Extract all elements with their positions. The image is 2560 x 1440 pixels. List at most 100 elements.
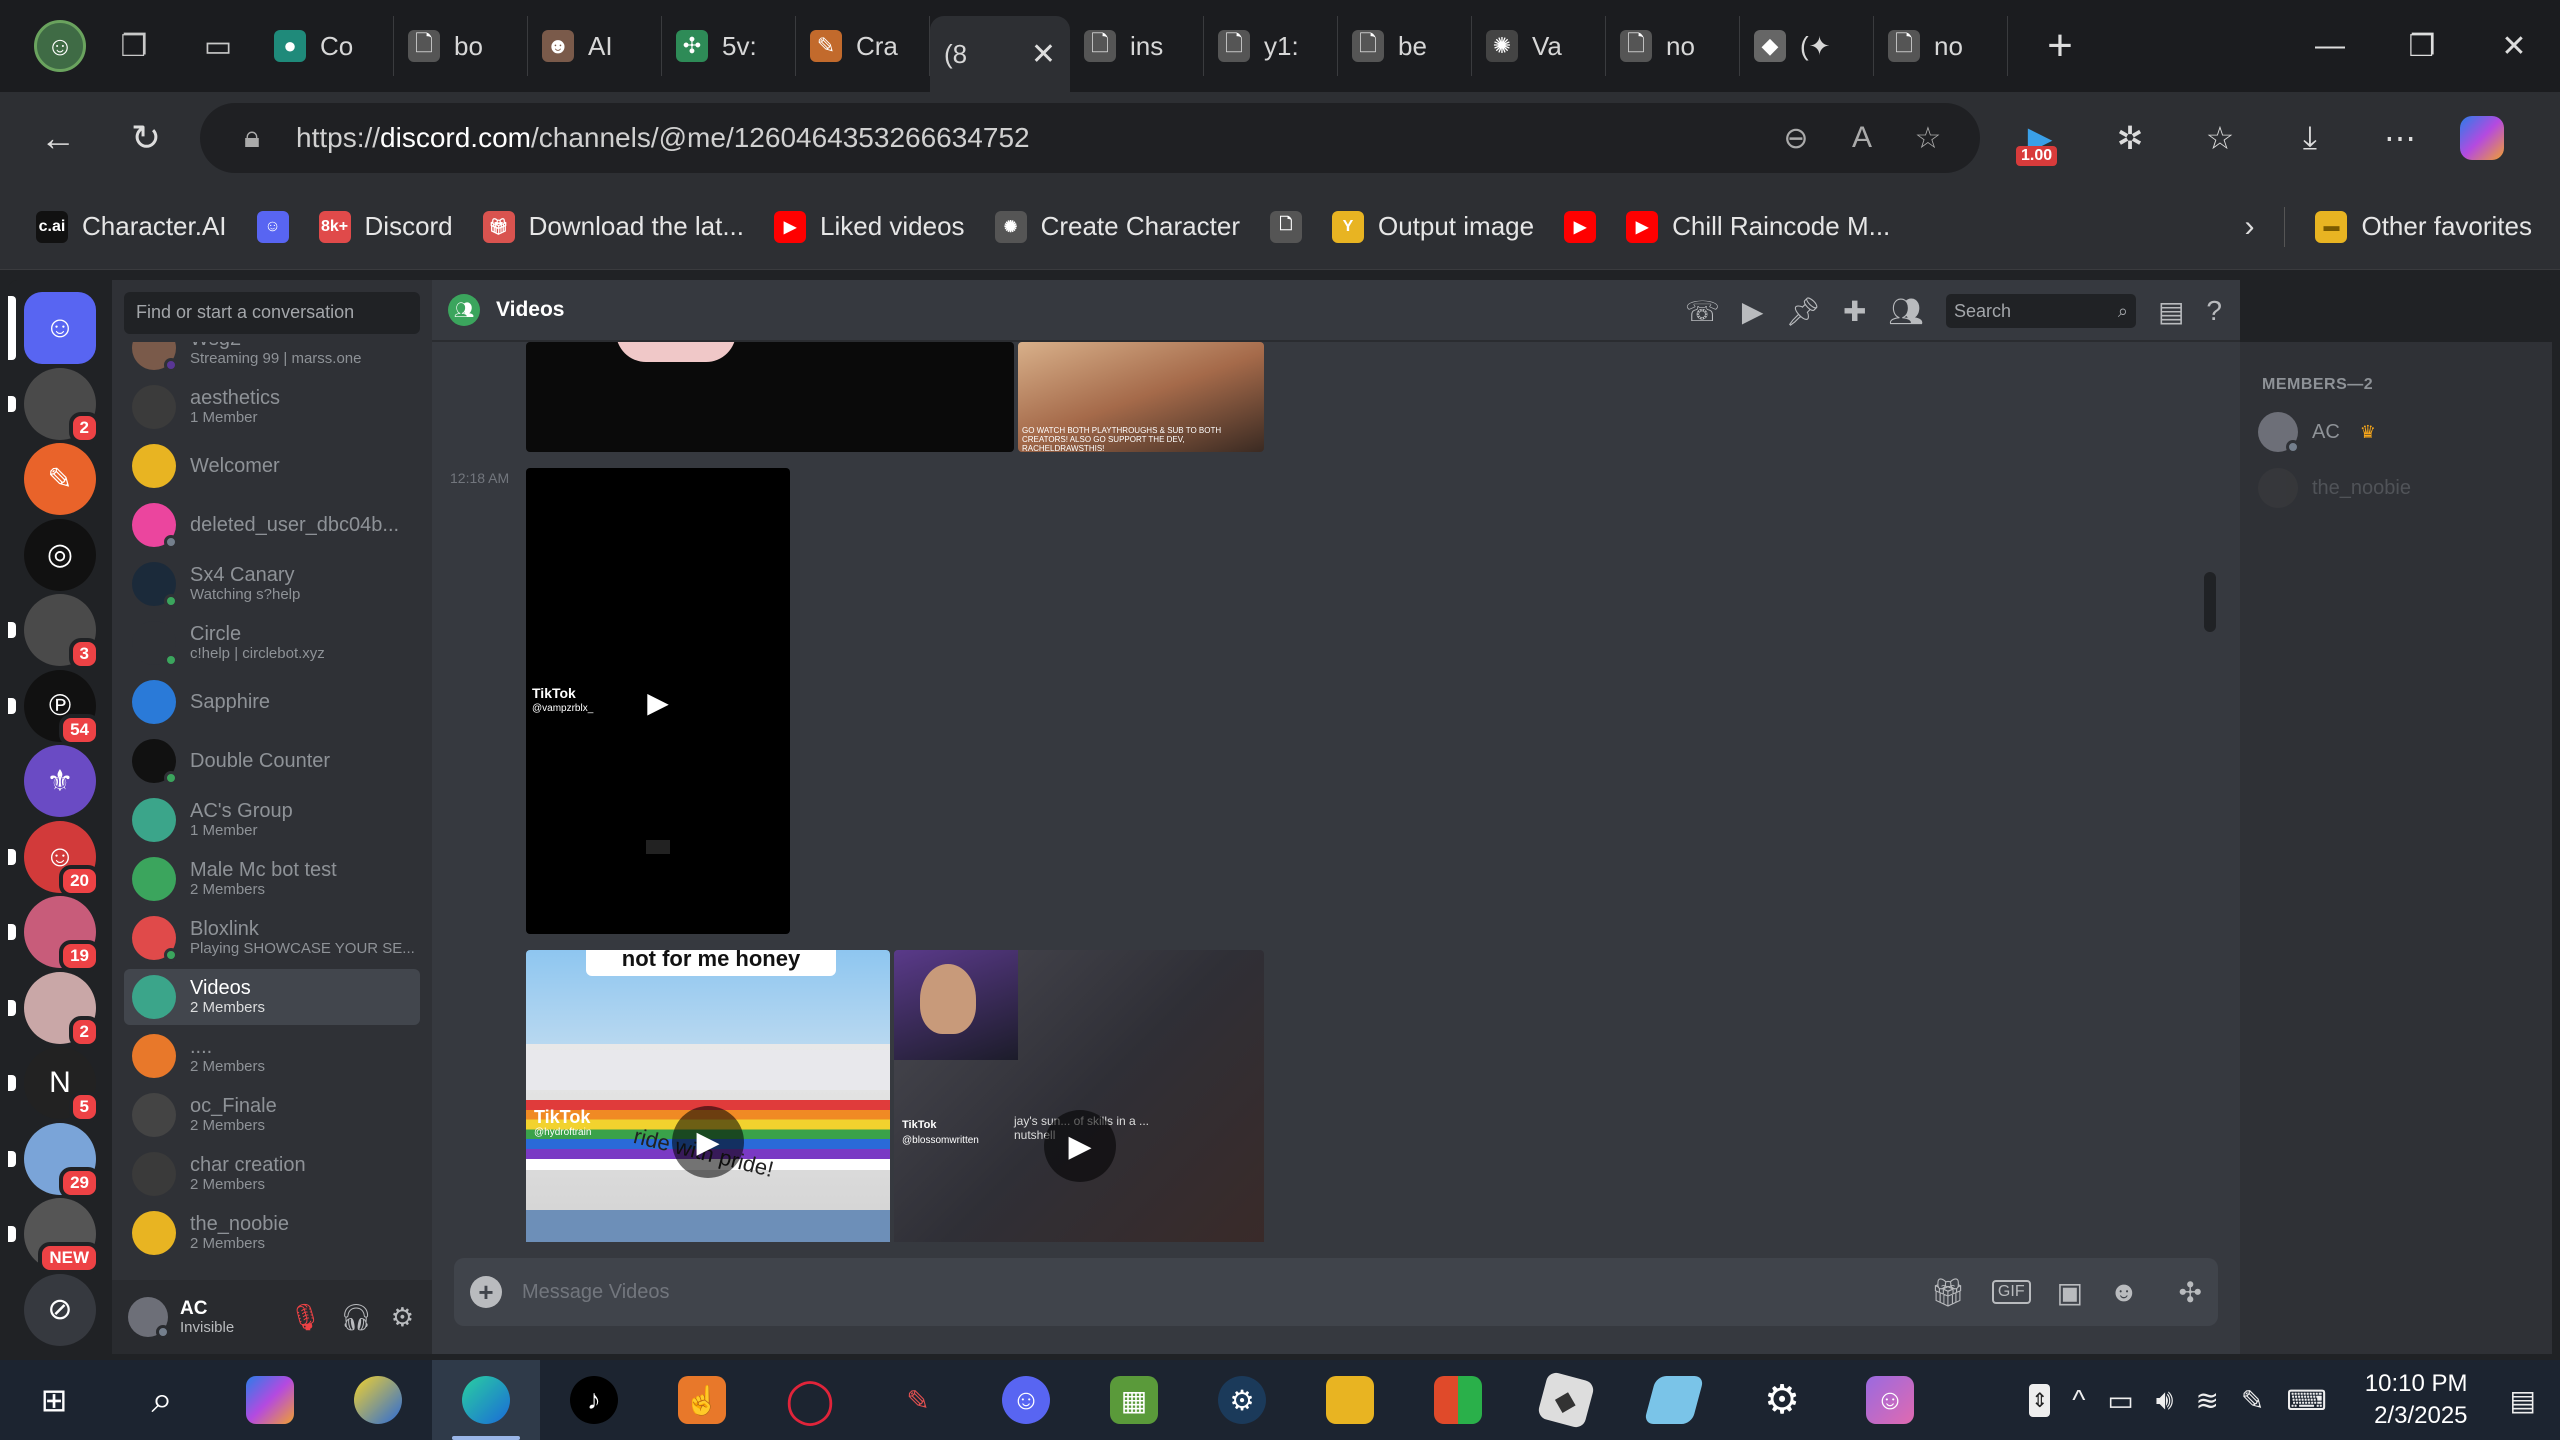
dm-item[interactable]: aesthetics 1 Member: [124, 379, 420, 435]
home-button[interactable]: ☺: [24, 292, 96, 364]
browser-tab[interactable]: ✎ Cra: [796, 16, 930, 76]
dm-item[interactable]: the_noobie 2 Members: [124, 1205, 420, 1261]
play-button[interactable]: ▶: [1044, 1110, 1116, 1182]
browser-tab[interactable]: 🗋︎ y1:: [1204, 16, 1338, 76]
file-explorer-button[interactable]: [1296, 1360, 1404, 1440]
user-avatar[interactable]: [128, 1297, 170, 1339]
workspaces-icon[interactable]: ❐: [106, 18, 162, 74]
tab-actions-icon[interactable]: ▭: [190, 18, 246, 74]
headphones-icon[interactable]: 🎧︎: [340, 1302, 373, 1333]
server-icon[interactable]: ☺ 20: [24, 820, 100, 897]
attach-plus-icon[interactable]: +: [470, 1276, 502, 1308]
tiktok-button[interactable]: ♪: [540, 1360, 648, 1440]
dm-item[interactable]: oc_Finale 2 Members: [124, 1087, 420, 1143]
favorite-item[interactable]: Y Output image: [1331, 210, 1534, 243]
chevron-right-icon[interactable]: ›: [2244, 210, 2254, 244]
dm-item[interactable]: AC's Group 1 Member: [124, 792, 420, 848]
edge-button[interactable]: [432, 1360, 540, 1440]
app-button[interactable]: ☝: [648, 1360, 756, 1440]
help-icon[interactable]: ?: [2206, 295, 2222, 327]
game-app-button[interactable]: ☺: [1836, 1360, 1944, 1440]
member-list-icon[interactable]: 👥︎: [1888, 295, 1924, 328]
url-text[interactable]: https://discord.com/channels/@me/1260464…: [296, 122, 1752, 154]
profile-avatar[interactable]: ☺: [34, 20, 86, 72]
dm-item[interactable]: Circle c!help | circlebot.xyz: [124, 615, 420, 671]
server-icon[interactable]: ℗ 54: [24, 669, 100, 746]
back-icon[interactable]: ←: [28, 108, 88, 168]
browser-tab[interactable]: ✺ Va: [1472, 16, 1606, 76]
favorite-star-icon[interactable]: ☆: [1906, 121, 1950, 156]
minimize-icon[interactable]: —: [2284, 29, 2376, 63]
new-tab-button[interactable]: +: [2032, 21, 2088, 71]
dm-item[interactable]: deleted_user_dbc04b...: [124, 497, 420, 553]
speed-extension-icon[interactable]: ▶ 1.00: [2010, 108, 2070, 168]
video-attachment[interactable]: TikTok @vampzrblx_ ▶: [526, 468, 790, 934]
favorite-item[interactable]: 8k+ Discord: [318, 210, 453, 243]
server-icon[interactable]: ◎: [24, 518, 96, 591]
favorite-item[interactable]: ▶: [1564, 210, 1597, 243]
tray-scroll-icon[interactable]: ⇕: [2029, 1383, 2051, 1417]
copilot-button[interactable]: [216, 1360, 324, 1440]
server-icon[interactable]: N5: [24, 1047, 100, 1123]
server-icon[interactable]: NEW: [24, 1198, 100, 1274]
member-item[interactable]: the_noobie: [2258, 468, 2411, 508]
store-button[interactable]: [1404, 1360, 1512, 1440]
discord-button[interactable]: ☺: [972, 1360, 1080, 1440]
video-attachment[interactable]: TikTok@blossomwritten jay's sun... of sk…: [894, 950, 1264, 1242]
refresh-icon[interactable]: ↻: [116, 108, 176, 168]
roblox-button[interactable]: ◆: [1512, 1360, 1620, 1440]
favorite-item[interactable]: ☺: [256, 210, 289, 243]
close-window-icon[interactable]: ✕: [2468, 29, 2560, 64]
dm-item[interactable]: Bloxlink Playing SHOWCASE YOUR SE...: [124, 910, 420, 966]
paint-button[interactable]: ✎: [864, 1360, 972, 1440]
battery-icon[interactable]: ▭: [2107, 1384, 2133, 1417]
mute-mic-icon[interactable]: 🎙︎: [289, 1302, 322, 1333]
dm-search-input[interactable]: Find or start a conversation: [124, 292, 420, 334]
extensions-icon[interactable]: ✲: [2100, 108, 2160, 168]
browser-tab[interactable]: ✣ 5v:: [662, 16, 796, 76]
more-menu-icon[interactable]: ⋯: [2370, 108, 2430, 168]
favorite-item[interactable]: ✺ Create Character: [994, 210, 1240, 243]
add-friends-icon[interactable]: ✚: [1843, 295, 1866, 328]
server-icon[interactable]: 2: [24, 367, 100, 444]
steam-button[interactable]: ⚙: [1188, 1360, 1296, 1440]
browser-tab[interactable]: ● Co: [260, 16, 394, 76]
roblox-studio-button[interactable]: [1620, 1360, 1728, 1440]
chevron-up-icon[interactable]: ^: [2072, 1384, 2085, 1416]
voice-call-icon[interactable]: ☏: [1685, 295, 1720, 328]
chat-search-input[interactable]: Search ⌕: [1945, 294, 2136, 328]
other-favorites-folder[interactable]: ▬ Other favorites: [2315, 210, 2532, 243]
server-icon[interactable]: ⚜: [24, 745, 96, 817]
settings-gear-icon[interactable]: ⚙: [391, 1302, 414, 1333]
dm-item[interactable]: Welcomer: [124, 438, 420, 494]
copilot-icon[interactable]: [2460, 116, 2504, 160]
settings-button[interactable]: ⚙: [1728, 1360, 1836, 1440]
favorites-icon[interactable]: ☆: [2190, 108, 2250, 168]
downloads-icon[interactable]: ⤓: [2280, 108, 2340, 168]
favorite-item[interactable]: 🎁︎ Download the lat...: [482, 210, 744, 243]
wifi-icon[interactable]: ≋: [2195, 1384, 2218, 1417]
dm-item[interactable]: Double Counter: [124, 733, 420, 789]
play-button[interactable]: ▶: [622, 666, 694, 738]
close-tab-icon[interactable]: ✕: [1031, 37, 1056, 72]
message-input[interactable]: [522, 1280, 1905, 1304]
apps-icon[interactable]: ✣: [2179, 1276, 2202, 1309]
address-bar[interactable]: 🔒︎ https://discord.com/channels/@me/1260…: [200, 103, 1980, 173]
gif-icon[interactable]: GIF: [1991, 1280, 2031, 1304]
video-call-icon[interactable]: ▶: [1742, 295, 1764, 328]
server-icon[interactable]: ⊘: [24, 1273, 96, 1346]
image-attachment[interactable]: GO WATCH BOTH PLAYTHROUGHS & SUB TO BOTH…: [1018, 342, 1264, 452]
restore-icon[interactable]: ❐: [2376, 29, 2468, 64]
dm-item[interactable]: Male Mc bot test 2 Members: [124, 851, 420, 907]
server-icon[interactable]: 3: [24, 594, 100, 670]
sticker-icon[interactable]: ▣: [2057, 1276, 2083, 1309]
read-aloud-icon[interactable]: A: [1840, 121, 1884, 155]
browser-tab[interactable]: 🗋︎ ins: [1070, 16, 1204, 76]
minecraft-button[interactable]: ▦: [1080, 1360, 1188, 1440]
dm-item[interactable]: Sx4 Canary Watching s?help: [124, 556, 420, 612]
opera-button[interactable]: ◯: [756, 1360, 864, 1440]
favorite-item[interactable]: ▶ Liked videos: [774, 210, 965, 243]
zoom-out-icon[interactable]: ⊖: [1774, 121, 1818, 156]
keyboard-icon[interactable]: ⌨: [2286, 1384, 2326, 1417]
gift-icon[interactable]: 🎁︎: [1930, 1276, 1966, 1309]
